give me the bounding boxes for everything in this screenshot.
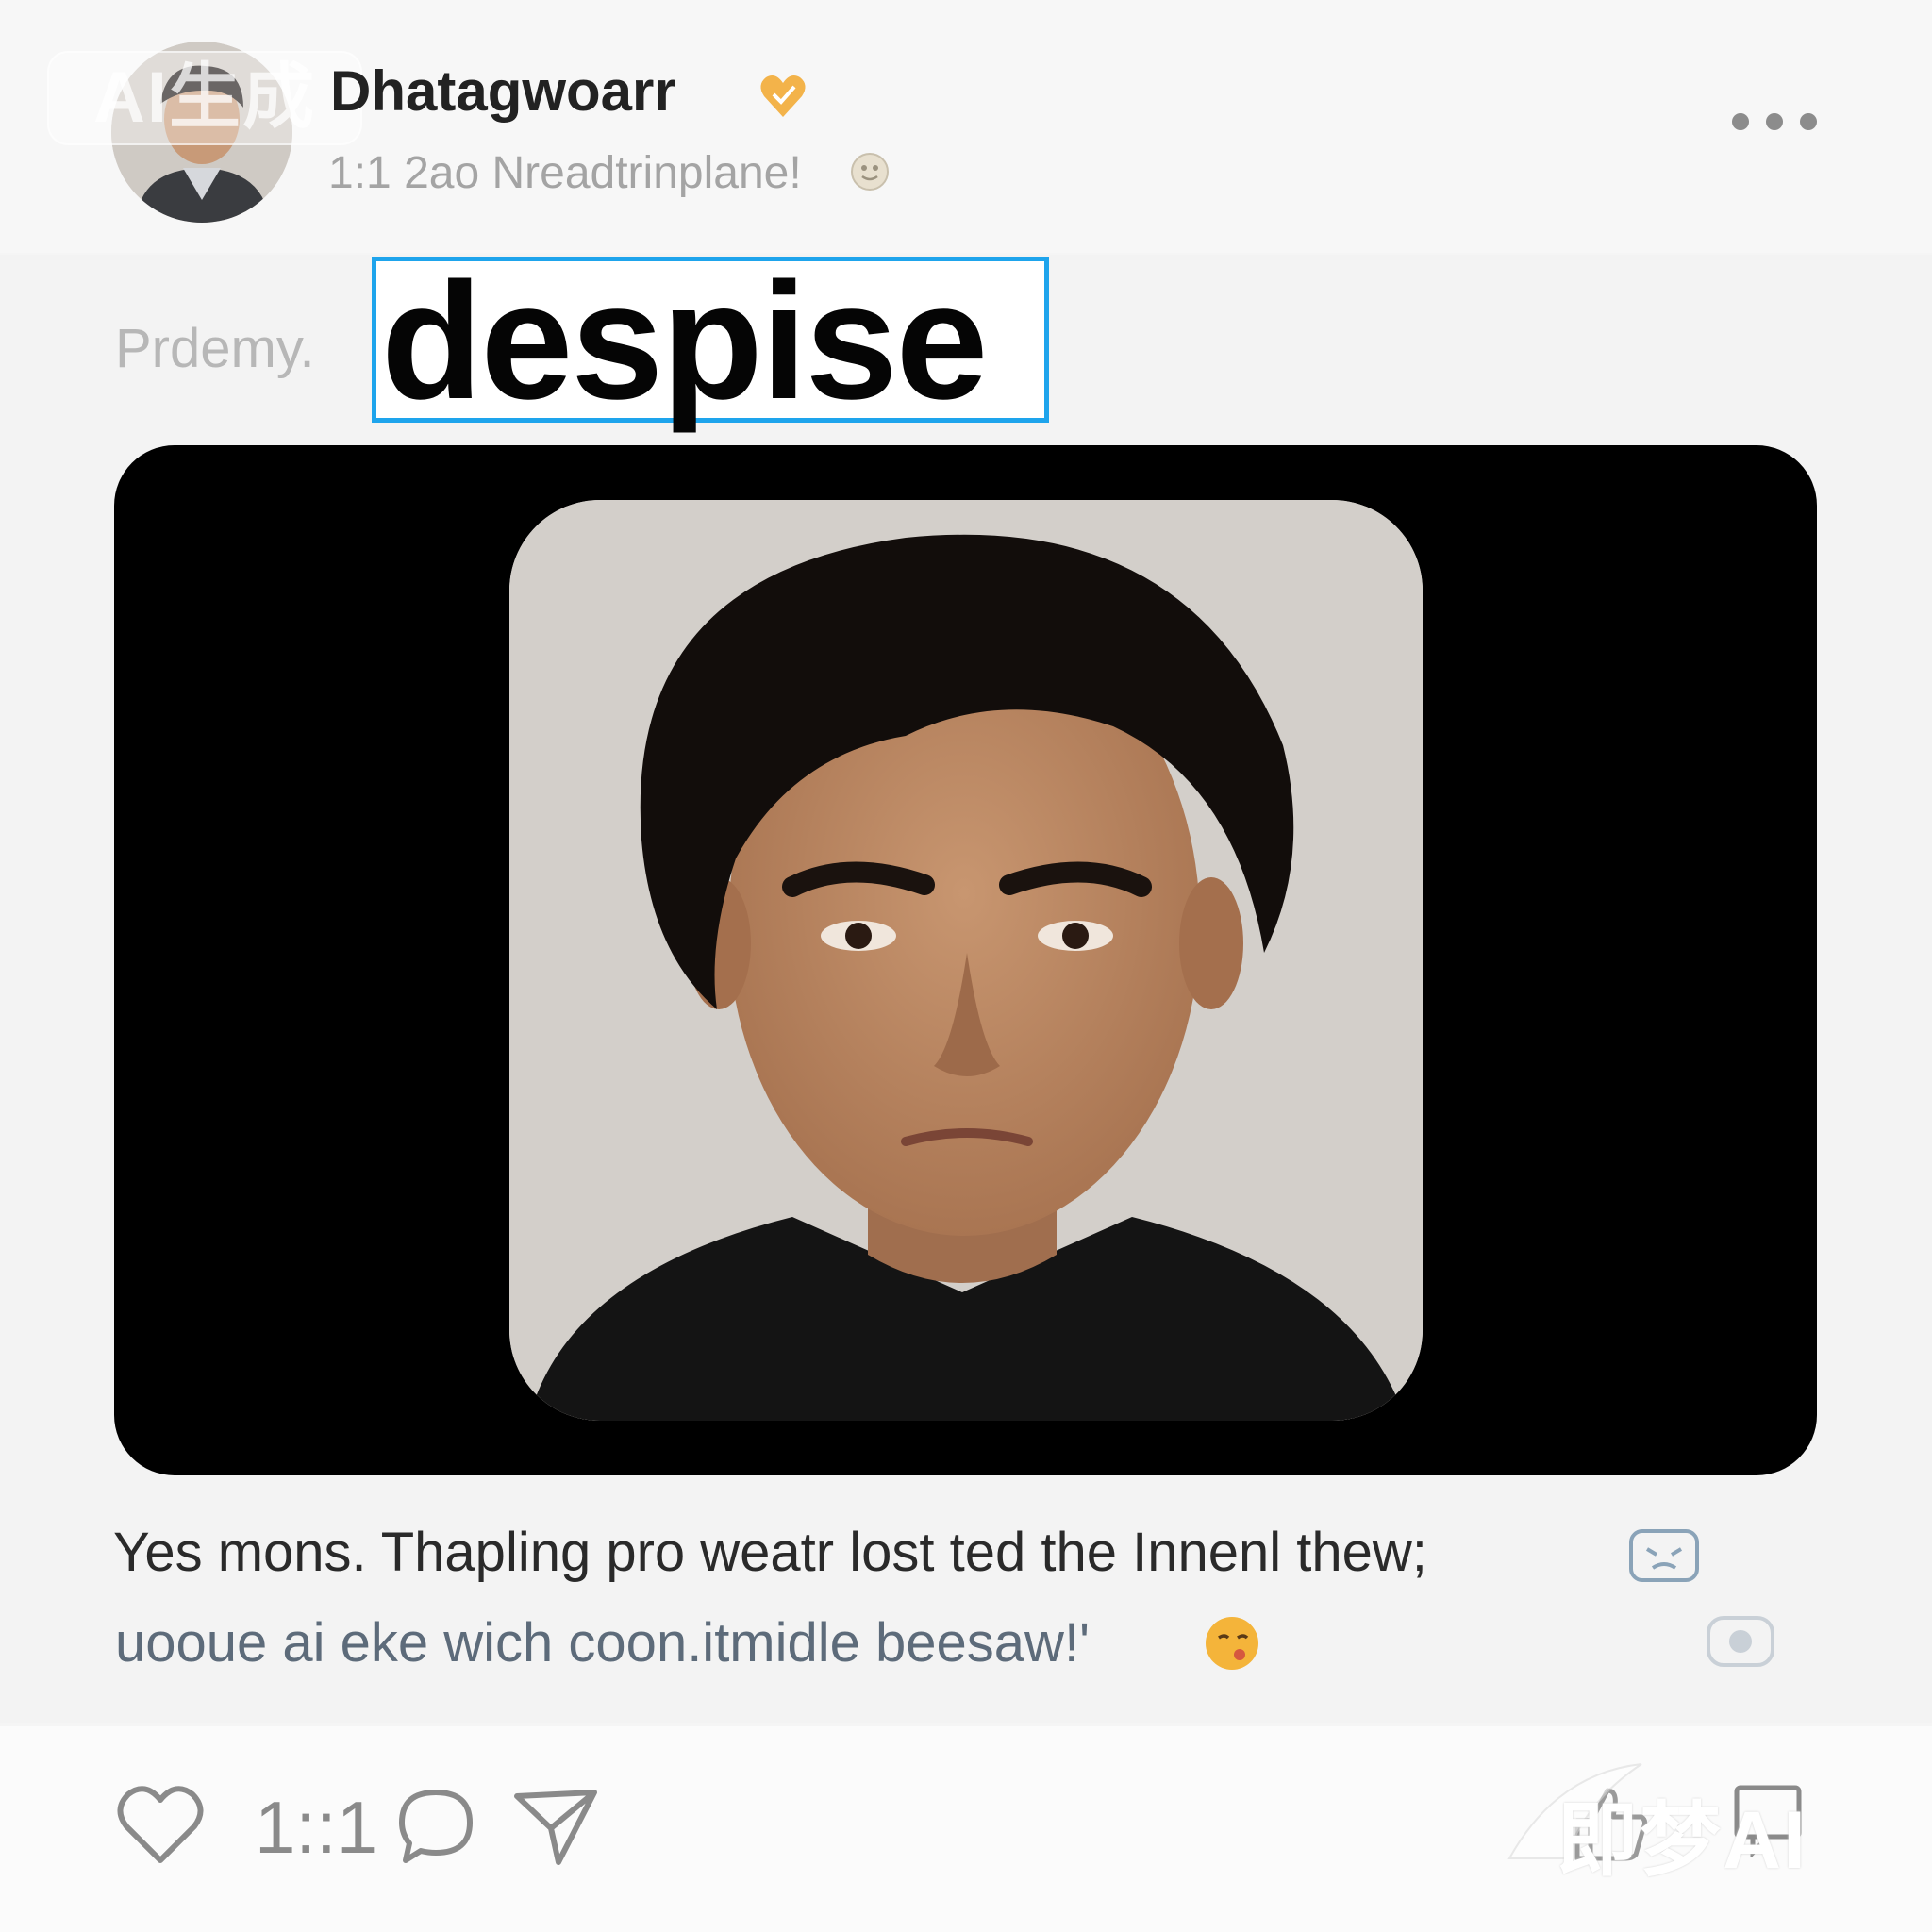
post-header: AI生成 Dhatagwoarr 1:1 2ao Nreadtrinplane! [0,0,1932,253]
keyword-text: despise [381,249,988,434]
ai-generated-watermark: AI生成 [47,51,362,145]
comment-icon[interactable] [396,1787,475,1866]
emoji-icon [851,153,889,191]
caption-line-2: uooue ai eke wich coon.itmidle beesaw!' [115,1612,1091,1674]
like-count: 1::1 [255,1786,378,1869]
caption-line-1: Yes mons. Thapling pro weatr lost ted th… [113,1522,1427,1583]
comment-bubble-icon[interactable] [1706,1615,1775,1672]
sticker-icon [1629,1529,1699,1582]
post-photo[interactable] [509,500,1423,1421]
face-emoji-icon [1206,1617,1258,1670]
post-meta: 1:1 2ao Nreadtrinplane! [328,148,802,198]
heart-icon[interactable] [115,1783,206,1866]
brand-watermark-text: 即梦AI [1557,1795,1807,1886]
heart-badge-icon [760,75,806,117]
author-name[interactable]: Dhatagwoarr [330,58,676,124]
send-icon[interactable] [513,1787,598,1866]
more-dots-icon[interactable] [1732,108,1817,136]
post-prefix: Prdemy. [115,318,315,379]
